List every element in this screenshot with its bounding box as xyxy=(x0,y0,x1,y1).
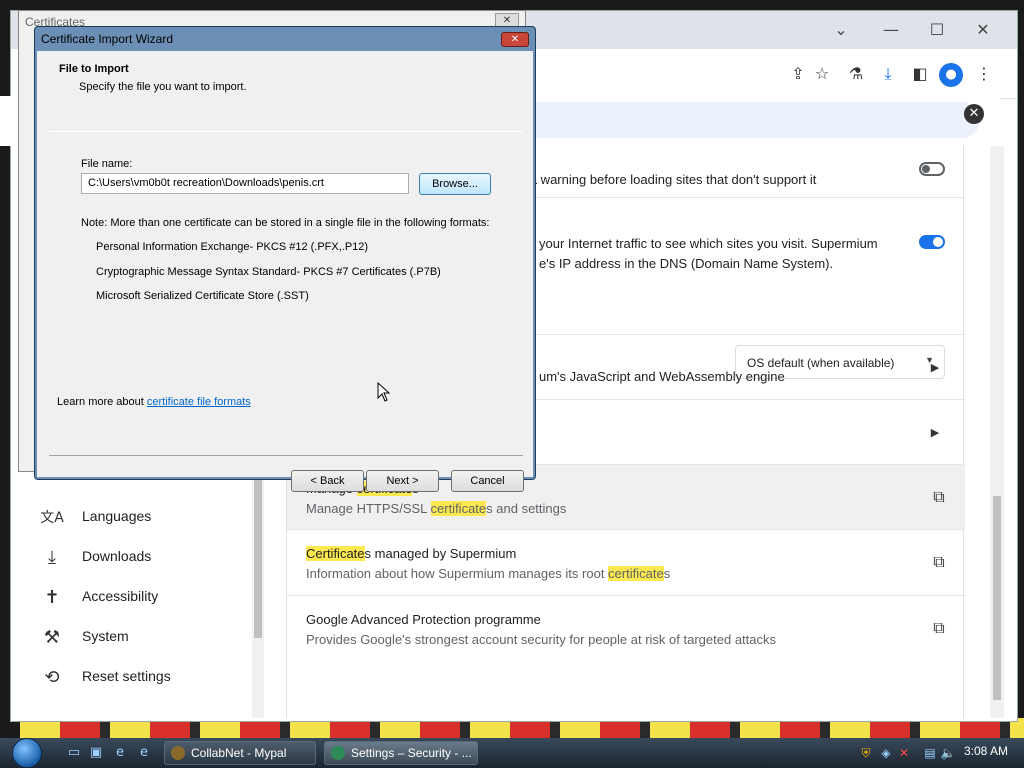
sidebar-scrollbar-thumb[interactable] xyxy=(254,480,262,638)
setting-text: e a warning before loading sites that do… xyxy=(519,172,817,187)
back-button[interactable]: < Back xyxy=(291,470,364,492)
start-button[interactable] xyxy=(12,738,42,768)
window-switch-icon[interactable]: ▣ xyxy=(88,745,104,761)
volume-muted-icon[interactable]: 🔈 xyxy=(940,745,956,761)
wizard-body: File to Import Specify the file you want… xyxy=(37,51,533,492)
file-name-input[interactable]: C:\Users\vm0b0t recreation\Downloads\pen… xyxy=(81,173,409,194)
sidebar-item-reset-settings[interactable]: ⟲ Reset settings xyxy=(18,658,258,698)
sidebar-item-accessibility[interactable]: ✝ Accessibility xyxy=(18,578,258,618)
accessibility-icon: ✝ xyxy=(44,587,60,608)
mouse-cursor-icon xyxy=(377,382,391,402)
tray-app-icon[interactable]: ◈ xyxy=(878,745,894,761)
secure-dns-toggle[interactable] xyxy=(919,235,945,249)
file-name-label: File name: xyxy=(81,158,133,170)
sidebar-item-system[interactable]: ⚒ System xyxy=(18,618,258,658)
wrench-icon: ⚒ xyxy=(43,627,61,648)
ie-icon[interactable]: e xyxy=(136,745,152,761)
content-scrollbar-thumb[interactable] xyxy=(993,496,1001,700)
download-icon[interactable]: ⤓ xyxy=(877,63,899,85)
format-item: Cryptographic Message Syntax Standard- P… xyxy=(96,266,441,278)
footer-divider xyxy=(49,455,523,456)
clear-search-icon[interactable]: ✕ xyxy=(964,104,984,124)
certificate-import-wizard: Certificate Import Wizard ✕ File to Impo… xyxy=(34,26,536,492)
content-scrollbar[interactable] xyxy=(990,146,1004,718)
format-item: Personal Information Exchange- PKCS #12 … xyxy=(96,241,369,253)
cancel-button[interactable]: Cancel xyxy=(451,470,524,492)
wizard-header: File to Import Specify the file you want… xyxy=(37,51,533,131)
header-divider xyxy=(49,131,523,132)
sidebar-item-label: System xyxy=(82,628,129,644)
next-button[interactable]: Next > xyxy=(366,470,439,492)
certificates-managed-desc: Information about how Supermium manages … xyxy=(306,566,671,581)
formats-note: Note: More than one certificate can be s… xyxy=(81,217,490,229)
show-desktop-icon[interactable]: ▭ xyxy=(66,745,82,761)
taskbar-clock: 3:08 AM xyxy=(964,744,1009,758)
maximize-button[interactable]: ☐ xyxy=(917,17,957,43)
setting-row-advanced-protection[interactable]: Google Advanced Protection programme Pro… xyxy=(287,596,965,662)
wizard-close-button[interactable]: ✕ xyxy=(501,32,529,47)
wizard-title: Certificate Import Wizard xyxy=(41,32,174,46)
taskbar-item-collabnet[interactable]: CollabNet - Mypal xyxy=(164,741,316,765)
network-icon[interactable]: ▤ xyxy=(922,745,938,761)
https-warning-toggle[interactable] xyxy=(919,162,945,176)
side-panel-icon[interactable]: ◧ xyxy=(909,63,931,85)
external-link-icon: ⧉ xyxy=(933,618,945,637)
sidebar-item-label: Downloads xyxy=(82,548,152,564)
account-avatar-icon[interactable]: ● xyxy=(939,63,963,87)
manage-certificates-desc: Manage HTTPS/SSL certificates and settin… xyxy=(306,501,567,516)
taskbar-item-label: CollabNet - Mypal xyxy=(191,746,287,760)
menu-icon[interactable]: ⋮ xyxy=(973,63,995,85)
setting-text: your Internet traffic to see which sites… xyxy=(539,236,878,251)
sidebar-item-label: Reset settings xyxy=(82,668,171,684)
advanced-protection-desc: Provides Google's strongest account secu… xyxy=(306,632,776,647)
mypal-icon xyxy=(171,746,185,760)
wizard-step-subtitle: Specify the file you want to import. xyxy=(79,81,247,93)
arrow-right-icon: ▶ xyxy=(930,361,940,374)
security-shield-icon[interactable]: ⛨ xyxy=(858,745,874,761)
sidebar-item-label: Languages xyxy=(82,508,152,524)
learn-more-text: Learn more about certificate file format… xyxy=(57,396,251,408)
format-item: Microsoft Serialized Certificate Store (… xyxy=(96,290,309,302)
translate-icon: 文A xyxy=(40,510,64,526)
browse-button[interactable]: Browse... xyxy=(419,173,491,195)
tray-alert-icon[interactable]: ✕ xyxy=(896,745,912,761)
certificate-formats-link[interactable]: certificate file formats xyxy=(147,396,251,408)
minimize-button[interactable]: — xyxy=(871,17,911,43)
sidebar-item-languages[interactable]: 文A Languages xyxy=(18,498,258,538)
settings-sidebar: 文A Languages ⤓ Downloads ✝ Accessibility… xyxy=(18,480,270,720)
taskbar-item-settings[interactable]: Settings – Security - ... xyxy=(324,741,478,765)
advanced-protection-title: Google Advanced Protection programme xyxy=(306,612,541,627)
taskbar: ▭ ▣ e e CollabNet - Mypal Settings – Sec… xyxy=(0,738,1024,768)
flask-icon[interactable]: ⚗ xyxy=(845,63,867,85)
arrow-right-icon: ▶ xyxy=(930,426,940,439)
external-link-icon: ⧉ xyxy=(933,487,945,506)
download-icon: ⤓ xyxy=(48,547,56,568)
wizard-step-title: File to Import xyxy=(59,63,129,75)
certificates-managed-title: Certificates managed by Supermium xyxy=(306,546,517,561)
tab-search-chevron-icon[interactable]: ⌄ xyxy=(821,17,861,43)
external-link-icon: ⧉ xyxy=(933,552,945,571)
reset-icon: ⟲ xyxy=(44,667,60,688)
setting-text: um's JavaScript and WebAssembly engine xyxy=(539,369,785,384)
close-button[interactable]: ✕ xyxy=(963,17,1003,43)
setting-row-certificates-managed[interactable]: Certificates managed by Supermium Inform… xyxy=(287,530,965,596)
share-icon[interactable]: ⇪ xyxy=(787,63,809,85)
sidebar-item-label: Accessibility xyxy=(82,588,159,604)
sidebar-scrollbar[interactable] xyxy=(252,480,264,718)
taskbar-item-label: Settings – Security - ... xyxy=(351,746,472,760)
supermium-icon xyxy=(331,746,345,760)
setting-text: e's IP address in the DNS (Domain Name S… xyxy=(539,256,834,271)
star-icon[interactable]: ☆ xyxy=(811,63,833,85)
ie-icon[interactable]: e xyxy=(112,745,128,761)
sidebar-item-downloads[interactable]: ⤓ Downloads xyxy=(18,538,258,578)
